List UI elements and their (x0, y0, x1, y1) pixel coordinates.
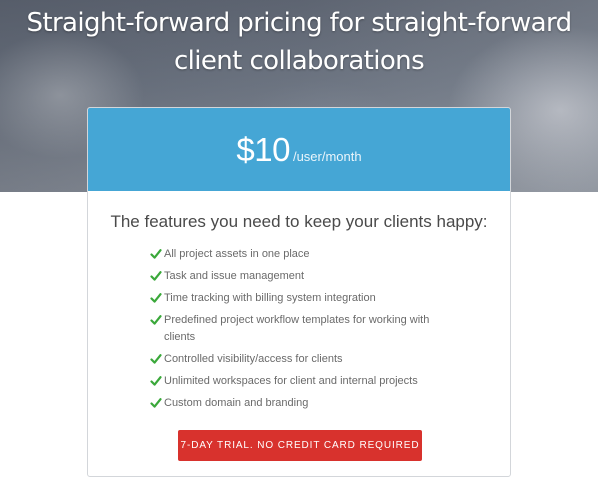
check-icon (150, 271, 162, 281)
check-icon (150, 293, 162, 303)
check-icon (150, 315, 162, 325)
feature-item: Custom domain and branding (150, 395, 450, 412)
headline-line-1: Straight-forward pricing for straight-fo… (26, 8, 572, 38)
feature-text: All project assets in one place (164, 248, 310, 260)
feature-text: Custom domain and branding (164, 396, 309, 409)
feature-text: Controlled visibility/access for clients (164, 352, 343, 365)
pricing-card: $10 /user/month The features you need to… (87, 107, 511, 477)
page-headline: Straight-forward pricing for straight-fo… (0, 4, 598, 80)
feature-list: All project assets in one place Task and… (150, 246, 450, 411)
feature-item: Time tracking with billing system integr… (150, 290, 450, 307)
price-amount: $10 (236, 131, 290, 168)
start-trial-button[interactable]: 7-Day trial. No credit card required (178, 430, 422, 461)
feature-text: Task and issue management (164, 270, 305, 282)
feature-item: Predefined project workflow templates fo… (150, 312, 450, 345)
check-icon (150, 397, 162, 408)
price-unit: /user/month (292, 148, 362, 164)
feature-text: Unlimited workspaces for client and inte… (164, 374, 418, 387)
feature-text: Predefined project workflow templates fo… (164, 314, 430, 343)
price-header: $10 /user/month (88, 108, 510, 191)
check-icon (150, 353, 162, 364)
feature-item: Controlled visibility/access for clients (150, 351, 450, 368)
feature-item: Task and issue management (150, 268, 450, 285)
check-icon (150, 249, 162, 259)
feature-text: Time tracking with billing system integr… (164, 292, 376, 304)
feature-item: Unlimited workspaces for client and inte… (150, 373, 450, 390)
headline-line-2: client collaborations (173, 46, 425, 76)
feature-item: All project assets in one place (150, 246, 450, 263)
features-heading: The features you need to keep your clien… (110, 212, 488, 231)
check-icon (150, 375, 162, 386)
